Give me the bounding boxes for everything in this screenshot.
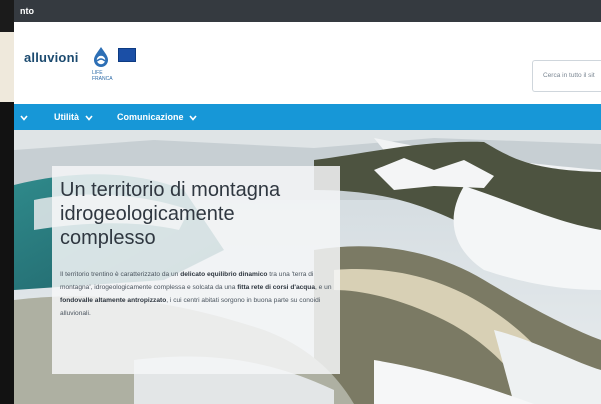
chevron-down-icon	[84, 115, 93, 121]
left-edge-panel	[0, 32, 14, 102]
top-bar: nto	[14, 0, 601, 22]
nav-item-utilita[interactable]: Utilità	[54, 104, 93, 130]
site-brand[interactable]: alluvioni	[24, 50, 79, 65]
water-drop-logo-icon[interactable]	[92, 46, 110, 68]
left-window-edge	[0, 0, 14, 404]
search-input[interactable]: Cerca in tutto il sit	[532, 60, 601, 92]
logo-subtext: LIFE FRANCA	[92, 70, 113, 82]
chevron-down-icon	[20, 115, 28, 121]
main-nav: Utilità Comunicazione	[14, 104, 601, 130]
left-edge-dark-panel	[0, 102, 14, 404]
site-header: alluvioni LIFE FRANCA Cerca in tutto il …	[14, 22, 601, 104]
hero-title: Un territorio di montagna idrogeologicam…	[60, 179, 281, 249]
top-bar-text: nto	[20, 6, 34, 16]
nav-item-hidden[interactable]	[20, 104, 28, 130]
nav-item-label: Comunicazione	[117, 112, 184, 122]
chevron-down-icon	[189, 115, 197, 121]
hero-paragraph: Il territorio trentino è caratterizzato …	[60, 271, 332, 317]
nav-item-comunicazione[interactable]: Comunicazione	[117, 104, 197, 130]
search-placeholder: Cerca in tutto il sit	[543, 72, 595, 79]
hero-card: Un territorio di montagna idrogeologicam…	[52, 166, 340, 374]
eu-flag-logo-icon	[118, 48, 136, 62]
nav-item-label: Utilità	[54, 112, 80, 122]
